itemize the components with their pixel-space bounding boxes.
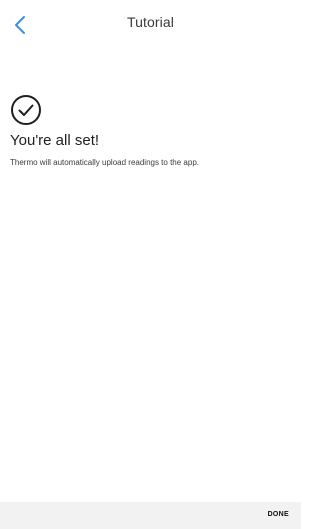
done-button[interactable]: DONE	[268, 511, 289, 518]
bottom-action-bar: DONE	[0, 502, 301, 529]
success-heading: You're all set!	[10, 132, 100, 149]
page-title: Tutorial	[127, 14, 174, 30]
top-navigation-bar: Tutorial	[0, 0, 301, 48]
completion-panel: You're all set! Thermo will automaticall…	[10, 94, 291, 167]
check-circle-icon	[11, 95, 41, 125]
success-description: Thermo will automatically upload reading…	[10, 158, 199, 167]
